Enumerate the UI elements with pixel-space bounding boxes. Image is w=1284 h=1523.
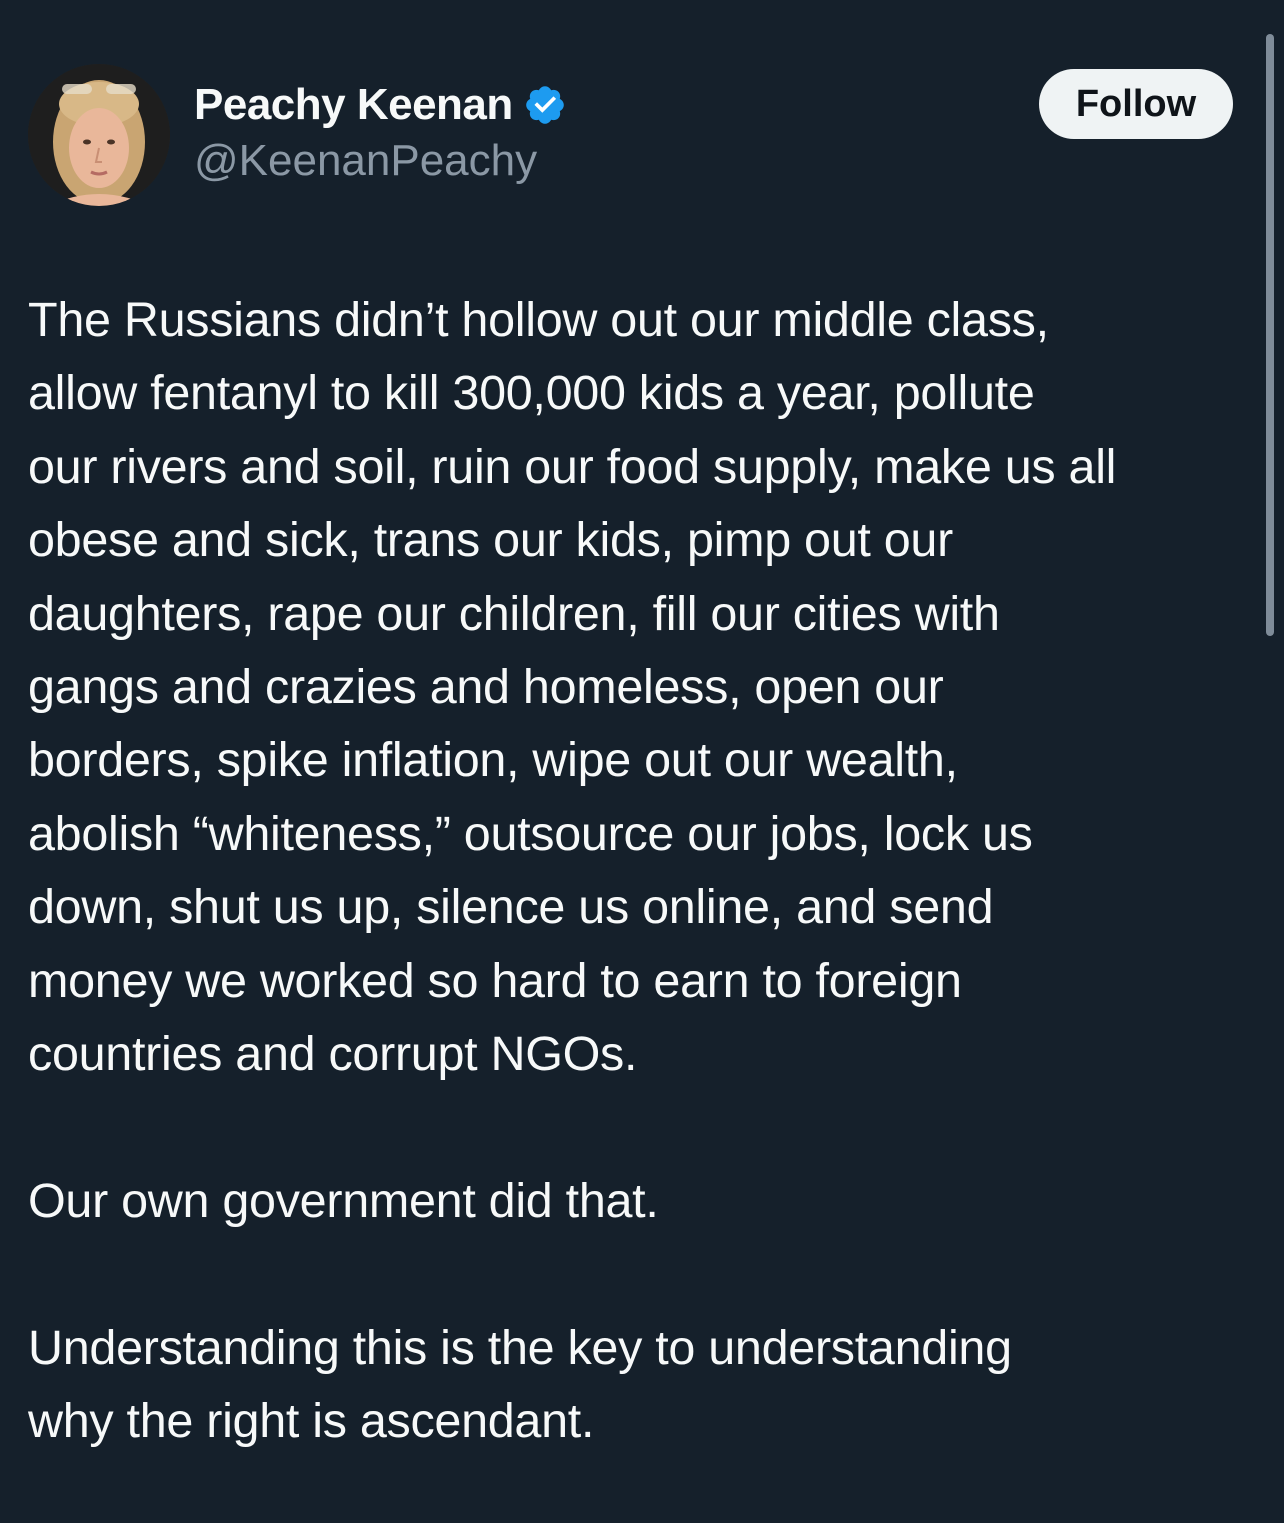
author-info: Peachy Keenan @KeenanPeachy	[194, 76, 567, 186]
tweet-card: Peachy Keenan @KeenanPeachy Follow The R…	[0, 0, 1284, 1523]
tweet-paragraph: Understanding this is the key to underst…	[28, 1320, 1012, 1449]
tweet-body: The Russians didn’t hollow out our middl…	[28, 284, 1264, 1458]
author-handle[interactable]: @KeenanPeachy	[194, 136, 567, 186]
tweet-paragraph: The Russians didn’t hollow out our middl…	[28, 293, 1117, 1082]
tweet-paragraph: Our own government did that.	[28, 1173, 659, 1228]
author-display-name[interactable]: Peachy Keenan	[194, 80, 513, 130]
profile-photo-icon	[28, 64, 170, 206]
avatar[interactable]	[28, 64, 170, 206]
follow-button[interactable]: Follow	[1039, 69, 1233, 139]
scrollbar[interactable]	[1266, 34, 1274, 636]
verified-badge-icon[interactable]	[523, 83, 567, 127]
name-row: Peachy Keenan	[194, 76, 567, 134]
